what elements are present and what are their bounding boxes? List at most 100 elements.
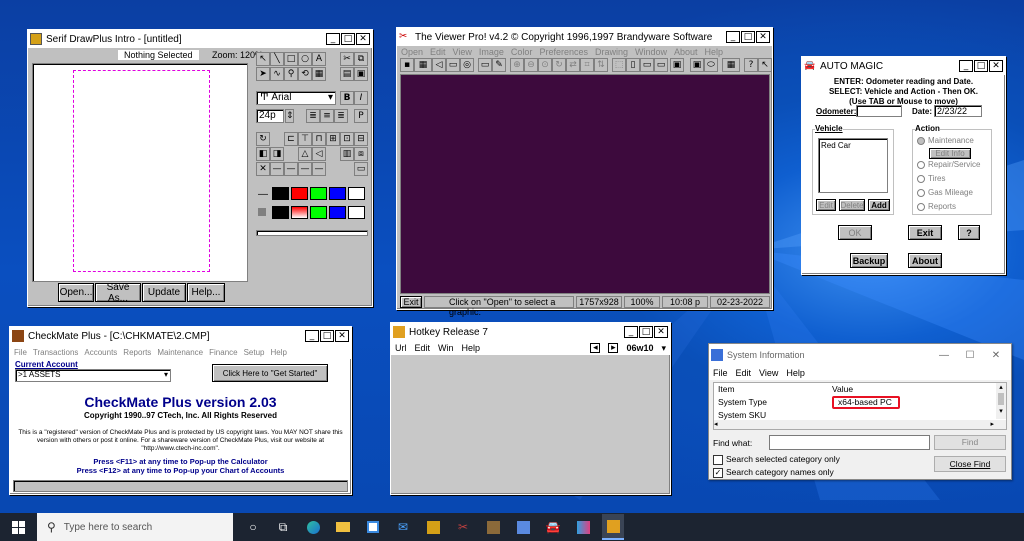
- align-mid-icon[interactable]: ⊓: [312, 132, 326, 146]
- vehicle-list[interactable]: Red Car: [818, 138, 888, 193]
- close-path-icon[interactable]: ✕: [256, 162, 270, 176]
- crop-icon[interactable]: ⌗: [580, 58, 594, 72]
- copy-icon[interactable]: ▭: [640, 58, 654, 72]
- swatch-green[interactable]: [310, 187, 327, 200]
- cursor-help-icon[interactable]: ↖: [758, 58, 772, 72]
- action-maintenance[interactable]: Maintenance: [917, 136, 974, 145]
- arrow-left-icon[interactable]: ◂: [590, 343, 601, 353]
- viewer-task-icon[interactable]: ✂: [455, 519, 471, 535]
- font-select[interactable]: Ͳ Arial ▾: [256, 91, 336, 105]
- menu-url[interactable]: Url: [395, 343, 407, 353]
- close-button[interactable]: ✕: [654, 326, 668, 338]
- back-icon[interactable]: ◨: [270, 147, 284, 161]
- help-button[interactable]: Help...: [187, 283, 225, 302]
- automagic-titlebar[interactable]: 🚘 AUTO MAGIC _ □ ✕: [802, 57, 1005, 75]
- hotkey-task-icon[interactable]: [602, 514, 624, 540]
- checkmate-task-icon[interactable]: [485, 519, 501, 535]
- node-tool-icon[interactable]: ➤: [256, 67, 270, 81]
- slideshow-icon[interactable]: ▦: [722, 58, 740, 72]
- search-selected-category-option[interactable]: Search selected category only: [713, 454, 840, 465]
- close-button[interactable]: ✕: [756, 31, 770, 43]
- odometer-input[interactable]: [856, 105, 902, 117]
- lock-icon[interactable]: ▥: [340, 147, 354, 161]
- swatch-blue[interactable]: [329, 187, 346, 200]
- update-button[interactable]: Update: [142, 283, 186, 302]
- arrow-right-icon[interactable]: ▸: [608, 343, 619, 353]
- close-find-button[interactable]: Close Find: [934, 456, 1006, 472]
- swatch-red[interactable]: [291, 187, 308, 200]
- minimize-button[interactable]: _: [305, 330, 319, 342]
- align-right-icon[interactable]: ≣: [334, 109, 348, 123]
- menu-image[interactable]: Image: [479, 47, 504, 57]
- delete-vehicle-button[interactable]: Delete: [839, 199, 865, 211]
- maximize-button[interactable]: □: [741, 31, 755, 43]
- vehicle-list-item[interactable]: Red Car: [821, 141, 885, 150]
- menu-transactions[interactable]: Transactions: [33, 348, 79, 357]
- mirror-icon[interactable]: ⇅: [594, 58, 608, 72]
- print-icon[interactable]: ▯: [626, 58, 640, 72]
- text-tool-icon[interactable]: A: [312, 52, 326, 66]
- minimize-button[interactable]: _: [959, 60, 973, 72]
- file-explorer-icon[interactable]: [335, 519, 351, 535]
- fill-swatch-black[interactable]: [272, 206, 289, 219]
- menu-edit[interactable]: Edit: [736, 368, 752, 378]
- action-gas[interactable]: Gas Mileage: [917, 188, 973, 197]
- action-reports[interactable]: Reports: [917, 202, 956, 211]
- get-started-button[interactable]: Click Here to "Get Started": [212, 364, 328, 382]
- menu-window[interactable]: Window: [635, 47, 667, 57]
- edge-icon[interactable]: [305, 519, 321, 535]
- edit-vehicle-button[interactable]: Edit: [816, 199, 836, 211]
- add-vehicle-button[interactable]: Add: [868, 199, 890, 211]
- hotkey-titlebar[interactable]: Hotkey Release 7 _ □ ✕: [391, 323, 670, 341]
- mail-icon[interactable]: ✉: [395, 519, 411, 535]
- menu-file[interactable]: File: [713, 368, 728, 378]
- minimize-button[interactable]: _: [326, 33, 340, 45]
- menu-view[interactable]: View: [453, 47, 472, 57]
- menu-help[interactable]: Help: [271, 348, 287, 357]
- font-size-input[interactable]: 24p: [256, 109, 284, 123]
- select-icon[interactable]: ⬚: [612, 58, 626, 72]
- flip-icon[interactable]: △: [298, 147, 312, 161]
- sysinfo-titlebar[interactable]: System Information — ☐ ✕: [709, 344, 1011, 366]
- drawplus-titlebar[interactable]: Serif DrawPlus Intro - [untitled] _ □ ✕: [28, 30, 372, 48]
- bold-icon[interactable]: B: [340, 91, 354, 105]
- line-style-1-icon[interactable]: —: [270, 162, 284, 176]
- viewer-canvas[interactable]: [400, 74, 770, 294]
- curve-tool-icon[interactable]: ∿: [270, 67, 284, 81]
- oval-icon[interactable]: ⬭: [704, 58, 718, 72]
- find-button[interactable]: Find: [934, 435, 1006, 450]
- front-icon[interactable]: ◧: [256, 147, 270, 161]
- sysinfo-task-icon[interactable]: [515, 519, 531, 535]
- swatch-black[interactable]: [272, 187, 289, 200]
- search-category-names-option[interactable]: ✓ Search category names only: [713, 467, 834, 478]
- close-button[interactable]: ✕: [335, 330, 349, 342]
- fill-swatch-white[interactable]: [348, 206, 365, 219]
- grid-tool-icon[interactable]: ▦: [312, 67, 326, 81]
- menu-file[interactable]: File: [14, 348, 27, 357]
- thumbnail-icon[interactable]: ▦: [414, 58, 432, 72]
- menu-help[interactable]: Help: [705, 47, 724, 57]
- menu-edit[interactable]: Edit: [415, 343, 431, 353]
- rectangle-tool-icon[interactable]: □: [284, 52, 298, 66]
- cortana-icon[interactable]: ○: [245, 519, 261, 535]
- close-button[interactable]: ✕: [989, 60, 1003, 72]
- disc-icon[interactable]: ◎: [460, 58, 474, 72]
- checkmate-titlebar[interactable]: CheckMate Plus - [C:\CHKMATE\2.CMP] _ □ ✕: [10, 327, 351, 345]
- align-left-icon[interactable]: ≣: [306, 109, 320, 123]
- exit-button[interactable]: Exit: [400, 296, 422, 308]
- fill-swatch-blue[interactable]: [329, 206, 346, 219]
- zoom-tool-icon[interactable]: ⚲: [284, 67, 298, 81]
- save-as-button[interactable]: Save As...: [95, 282, 141, 304]
- find-input[interactable]: [769, 435, 930, 450]
- close-button[interactable]: ✕: [356, 33, 370, 45]
- action-repair[interactable]: Repair/Service: [917, 160, 980, 169]
- menu-accounts[interactable]: Accounts: [84, 348, 117, 357]
- col-value-header[interactable]: Value: [832, 384, 853, 394]
- about-button[interactable]: About: [908, 253, 942, 268]
- cut-icon[interactable]: ✂: [340, 52, 354, 66]
- maximize-button[interactable]: □: [974, 60, 988, 72]
- pointer-tool-icon[interactable]: ↖: [256, 52, 270, 66]
- maximize-button[interactable]: □: [639, 326, 653, 338]
- fill-tool-icon[interactable]: ⟲: [298, 67, 312, 81]
- col-item-header[interactable]: Item: [718, 384, 735, 394]
